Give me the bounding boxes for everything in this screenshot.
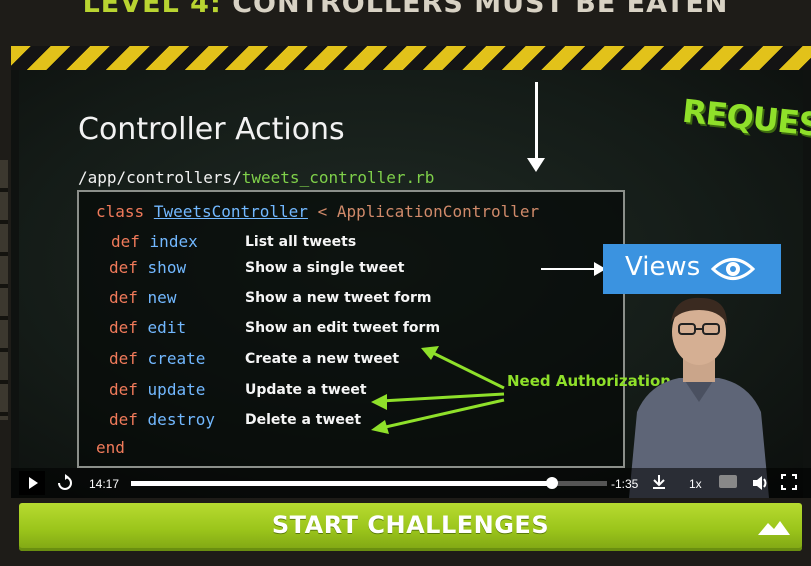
remaining-time: -1:35 — [611, 477, 639, 491]
views-label: Views — [625, 252, 701, 282]
player-controls: 14:17 -1:35 1x — [11, 468, 811, 498]
volume-button[interactable] — [751, 474, 769, 495]
eye-icon — [710, 256, 756, 289]
action-name: destroy — [147, 410, 215, 429]
action-line: def edit — [109, 318, 186, 337]
hazard-stripe — [11, 46, 811, 70]
action-line: def create — [109, 349, 205, 368]
slide-board: Controller Actions /app/controllers/twee… — [19, 70, 811, 498]
action-name: edit — [147, 318, 187, 337]
action-line: def show — [109, 258, 186, 277]
def-keyword: def — [109, 349, 138, 368]
request-arrow-head — [527, 158, 545, 172]
action-description: Show a new tweet form — [245, 290, 432, 306]
download-icon — [653, 475, 665, 489]
file-path: /app/controllers/tweets_controller.rb — [78, 168, 434, 187]
class-line: class TweetsController < ApplicationCont… — [96, 202, 539, 221]
fullscreen-icon — [781, 474, 797, 490]
action-name: new — [147, 288, 177, 307]
level-label: LEVEL 4: — [82, 0, 222, 19]
action-line: def new — [109, 288, 176, 307]
class-keyword: class — [96, 202, 145, 221]
class-superclass: < ApplicationController — [317, 202, 540, 221]
action-name: show — [147, 258, 187, 277]
volume-icon — [753, 476, 767, 490]
request-arrow — [535, 82, 538, 168]
views-box: Views — [603, 244, 781, 294]
replay-button[interactable] — [55, 473, 75, 496]
speed-button[interactable]: 1x — [689, 477, 702, 491]
action-name: create — [147, 349, 206, 368]
auth-arrows — [371, 346, 505, 434]
download-button[interactable] — [651, 473, 667, 494]
action-description: Show a single tweet — [245, 260, 405, 276]
code-block: class TweetsController < ApplicationCont… — [77, 190, 625, 468]
action-description: Delete a tweet — [245, 412, 362, 428]
action-line: def destroy — [109, 410, 215, 429]
request-label: REQUEST — [680, 91, 811, 147]
def-keyword: def — [109, 380, 138, 399]
start-challenges-label: START CHALLENGES — [271, 511, 550, 539]
action-line: def index — [111, 232, 198, 251]
cc-icon[interactable] — [719, 475, 737, 488]
end-keyword: end — [96, 438, 125, 457]
mountains-icon — [758, 519, 790, 540]
action-line: def update — [109, 380, 205, 399]
def-keyword: def — [109, 318, 138, 337]
action-description: Update a tweet — [245, 382, 367, 398]
current-time: 14:17 — [89, 477, 120, 491]
views-arrow — [541, 268, 599, 270]
play-button[interactable] — [19, 471, 45, 495]
progress-handle[interactable] — [546, 477, 559, 489]
level-heading: LEVEL 4: CONTROLLERS MUST BE EATEN — [0, 0, 811, 19]
progress-fill — [131, 481, 553, 486]
def-keyword: def — [109, 288, 138, 307]
path-prefix: /app/controllers/ — [78, 168, 242, 187]
fullscreen-button[interactable] — [781, 474, 797, 493]
class-name: TweetsController — [153, 202, 308, 221]
path-file: tweets_controller.rb — [241, 168, 435, 187]
action-name: update — [147, 380, 206, 399]
action-name: index — [149, 232, 198, 251]
def-keyword: def — [109, 410, 138, 429]
start-challenges-button[interactable]: START CHALLENGES — [19, 503, 802, 551]
slide-title: Controller Actions — [78, 112, 345, 147]
replay-icon — [58, 474, 72, 490]
left-sidebar-edge — [0, 160, 8, 420]
def-keyword: def — [109, 258, 138, 277]
level-title: CONTROLLERS MUST BE EATEN — [232, 0, 729, 19]
progress-bar[interactable] — [131, 477, 607, 489]
video-player[interactable]: Controller Actions /app/controllers/twee… — [11, 46, 811, 498]
action-description: List all tweets — [245, 234, 357, 250]
def-keyword: def — [111, 232, 140, 251]
